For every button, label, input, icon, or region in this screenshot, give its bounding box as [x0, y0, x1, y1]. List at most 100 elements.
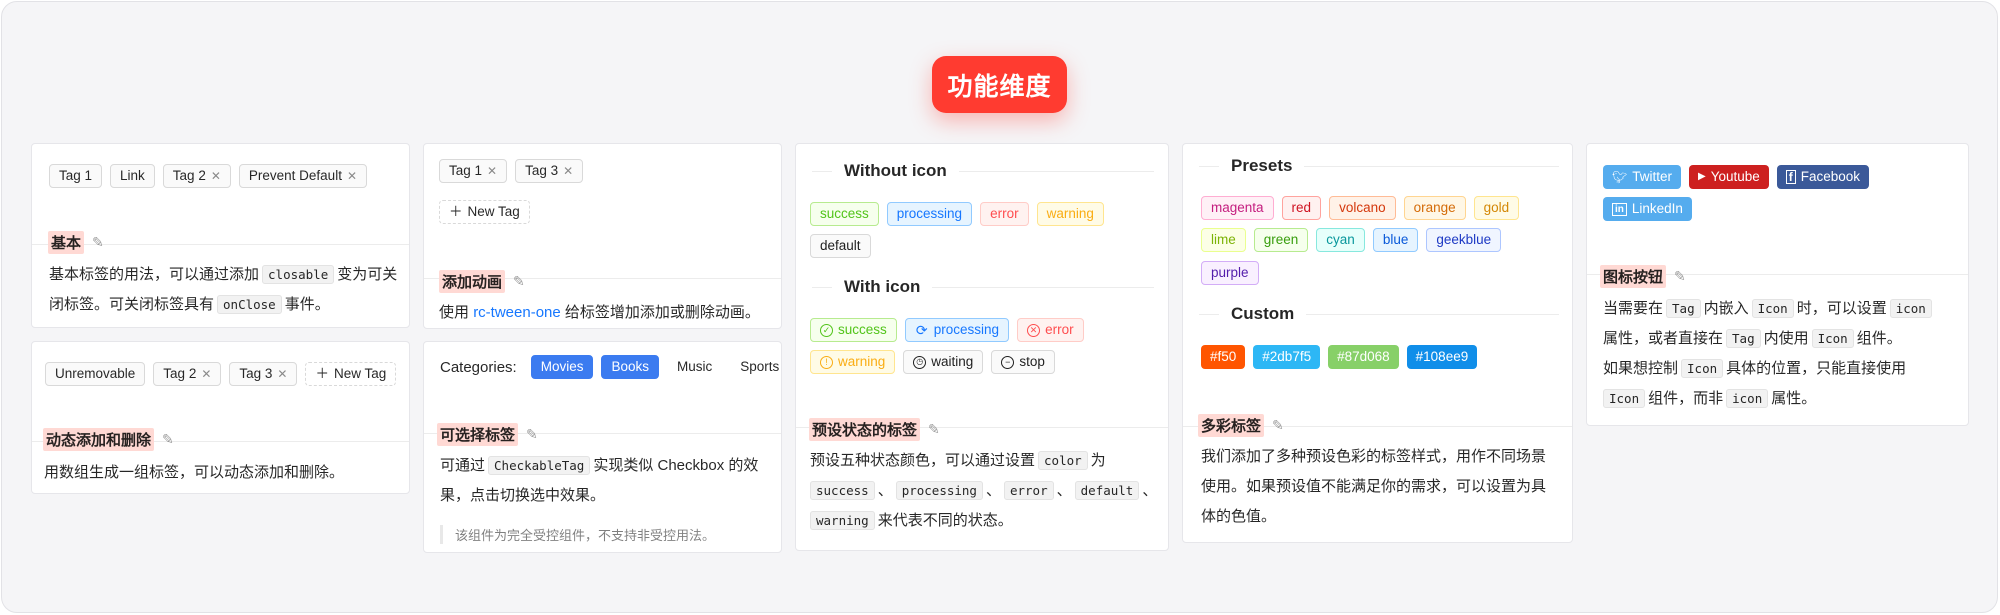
- new-tag-button[interactable]: ＋ New Tag: [439, 200, 530, 224]
- status-tag-warning: warning: [1036, 202, 1104, 226]
- facebook-tag: f Facebook: [1776, 165, 1870, 189]
- demo-title-text: 动态添加和删除: [43, 428, 155, 451]
- tag[interactable]: Tag 1: [49, 164, 103, 188]
- checkable-tag[interactable]: Movies: [530, 355, 594, 379]
- social-tag-row: 🐦︎ Twitter ▶ Youtube f Facebook: [1603, 165, 1870, 189]
- demo-title-text: 预设状态的标签: [809, 418, 921, 441]
- preset-tag-cyan: cyan: [1316, 228, 1365, 252]
- divider-with-icon: With icon: [812, 277, 1154, 297]
- tag-closable[interactable]: Tag 1 ✕: [439, 159, 508, 183]
- status-tag-error: ✕ error: [1017, 318, 1084, 342]
- checkable-tag[interactable]: Music: [667, 355, 722, 379]
- demo-description: 用数组生成一组标签，可以动态添加和删除。: [44, 464, 345, 481]
- demo-title-text: 可选择标签: [437, 423, 519, 446]
- edit-icon[interactable]: ✎: [513, 273, 525, 290]
- tag-link[interactable]: Link: [110, 164, 155, 188]
- demo-title-text: 添加动画: [439, 270, 506, 293]
- note-text: 该组件为完全受控组件，不支持非受控用法。: [440, 525, 715, 544]
- custom-color-tag: #108ee9: [1406, 345, 1478, 369]
- status-tag-waiting: ◷ waiting: [903, 350, 984, 374]
- checkable-tag[interactable]: Books: [601, 355, 660, 379]
- sync-icon: ⟳: [915, 322, 928, 338]
- custom-color-tag: #87d068: [1328, 345, 1399, 369]
- status-tag-stop: − stop: [991, 350, 1055, 374]
- edit-icon[interactable]: ✎: [1674, 268, 1686, 285]
- close-icon[interactable]: ✕: [347, 165, 357, 187]
- new-tag-button[interactable]: ＋ New Tag: [305, 362, 397, 386]
- edit-icon[interactable]: ✎: [928, 421, 940, 438]
- demo-title-text: 多彩标签: [1198, 414, 1265, 437]
- edit-icon[interactable]: ✎: [526, 426, 538, 443]
- custom-tag-row: #f50 #2db7f5 #87d068 #108ee9: [1201, 345, 1478, 369]
- twitter-icon: 🐦︎: [1612, 170, 1628, 184]
- edit-icon[interactable]: ✎: [162, 431, 174, 448]
- tag-closable[interactable]: Tag 2 ✕: [162, 164, 231, 188]
- icon-status-tag-row: ! warning ◷ waiting − stop: [810, 350, 1055, 374]
- plus-icon: ＋: [315, 366, 329, 381]
- status-tag-row: success processing error warning: [810, 202, 1104, 226]
- tag-closable[interactable]: Prevent Default ✕: [238, 164, 368, 188]
- linkedin-tag: in LinkedIn: [1603, 197, 1692, 221]
- preset-tag-gold: gold: [1473, 196, 1520, 220]
- demo-description: 预设五种状态颜色，可以通过设置 color 为 success、 processing…: [810, 451, 1158, 530]
- tag[interactable]: Unremovable: [45, 362, 146, 386]
- preset-tag-purple: purple: [1201, 261, 1259, 285]
- divider-without-icon: Without icon: [812, 161, 1154, 181]
- section-title: 功能维度: [932, 56, 1067, 113]
- demo-title: 添加动画 ✎: [439, 270, 525, 293]
- custom-color-tag: #f50: [1201, 345, 1246, 369]
- clock-circle-icon: ◷: [913, 355, 927, 369]
- preset-tag-geekblue: geekblue: [1426, 228, 1502, 252]
- tag-closable[interactable]: Tag 3 ✕: [515, 159, 584, 183]
- social-tag-row: in LinkedIn: [1603, 197, 1692, 221]
- categories-label: Categories:: [440, 358, 517, 376]
- checkable-tag[interactable]: Sports: [730, 355, 781, 379]
- preset-tag-volcano: volcano: [1329, 196, 1396, 220]
- status-tag-error: error: [980, 202, 1029, 226]
- close-circle-icon: ✕: [1027, 323, 1041, 337]
- edit-icon[interactable]: ✎: [92, 234, 104, 251]
- demo-title-text: 基本: [48, 231, 85, 254]
- tag-row: Unremovable Tag 2 ✕ Tag 3 ✕ ＋ New Tag: [45, 362, 397, 386]
- demo-description: 我们添加了多种预设色彩的标签样式，用作不同场景 使用。如果预设值不能满足你的需求…: [1201, 448, 1547, 525]
- demo-title: 多彩标签 ✎: [1198, 414, 1284, 437]
- preset-tag-row: magenta red volcano orange gold: [1201, 196, 1520, 220]
- status-tag-warning: ! warning: [810, 350, 896, 374]
- youtube-icon: ▶: [1698, 171, 1706, 182]
- close-icon[interactable]: ✕: [487, 160, 497, 182]
- demo-card-status: Without icon success processing error wa…: [795, 143, 1169, 551]
- edit-icon[interactable]: ✎: [1272, 417, 1284, 434]
- new-tag-row: ＋ New Tag: [439, 200, 530, 224]
- rc-tween-one-link[interactable]: rc-tween-one: [473, 304, 561, 321]
- preset-tag-orange: orange: [1403, 196, 1466, 220]
- status-tag-success: success: [810, 202, 879, 226]
- demo-card-icon: 🐦︎ Twitter ▶ Youtube f Facebook in LinkedIn …: [1586, 143, 1969, 426]
- demo-card-basic: Tag 1 Link Tag 2 ✕ Prevent Default ✕ 基本 ✎ …: [31, 143, 410, 328]
- minus-circle-icon: −: [1001, 355, 1015, 369]
- tag-row: Tag 1 ✕ Tag 3 ✕: [439, 159, 584, 183]
- facebook-icon: f: [1785, 170, 1796, 184]
- demo-title: 可选择标签 ✎: [437, 423, 538, 446]
- demo-title-text: 图标按钮: [1600, 265, 1667, 288]
- preset-tag-lime: lime: [1201, 228, 1246, 252]
- close-icon[interactable]: ✕: [563, 160, 573, 182]
- close-icon[interactable]: ✕: [201, 363, 211, 385]
- close-icon[interactable]: ✕: [277, 363, 287, 385]
- preset-tag-magenta: magenta: [1201, 196, 1274, 220]
- demo-card-animation: Tag 1 ✕ Tag 3 ✕ ＋ New Tag 添加动画 ✎ 使用 rc-twee…: [423, 143, 782, 329]
- tag-closable[interactable]: Tag 3 ✕: [229, 362, 298, 386]
- preset-tag-row: purple: [1201, 261, 1259, 285]
- custom-color-tag: #2db7f5: [1253, 345, 1321, 369]
- exclamation-circle-icon: !: [820, 355, 833, 369]
- twitter-tag: 🐦︎ Twitter: [1603, 165, 1681, 189]
- demo-description: 基本标签的用法，可以通过添加 closable 变为可关 闭标签。可关闭标签具有 on…: [49, 265, 398, 314]
- close-icon[interactable]: ✕: [211, 165, 221, 187]
- preset-tag-green: green: [1253, 228, 1309, 252]
- tag-closable[interactable]: Tag 2 ✕: [153, 362, 222, 386]
- status-tag-processing: ⟳ processing: [904, 318, 1010, 342]
- icon-status-tag-row: ✓ success ⟳ processing ✕ error: [810, 318, 1084, 342]
- demo-title: 动态添加和删除 ✎: [43, 428, 174, 451]
- demo-description: 可通过 CheckableTag 实现类似 Checkbox 的效 果，点击切换选中…: [440, 456, 759, 504]
- demo-title: 基本 ✎: [48, 231, 104, 254]
- check-circle-icon: ✓: [820, 323, 833, 337]
